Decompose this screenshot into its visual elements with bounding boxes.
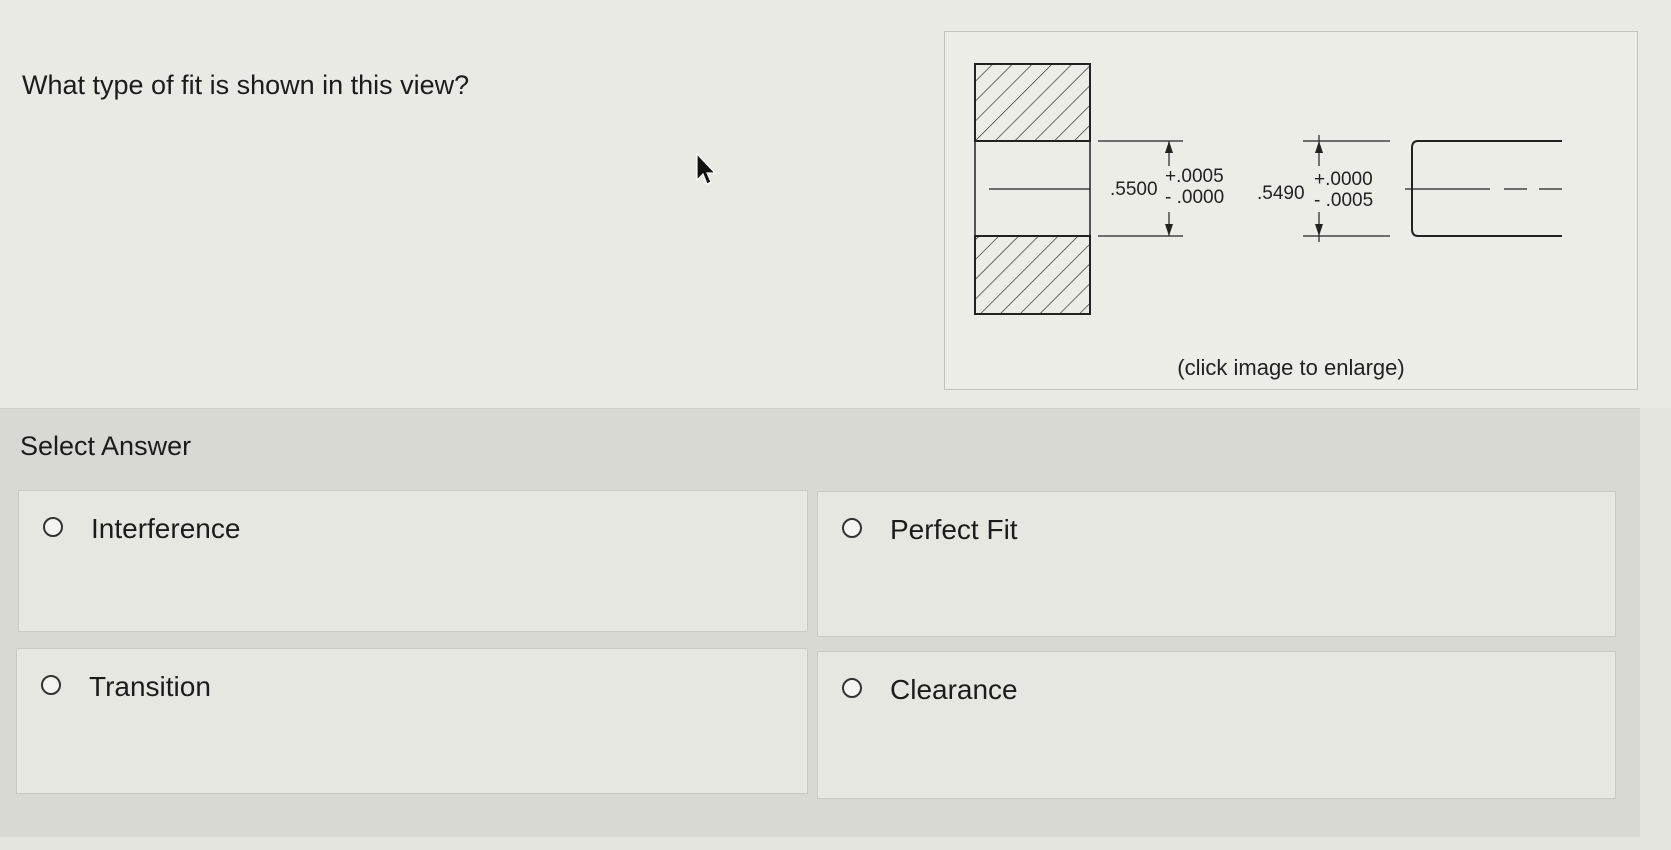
option-transition[interactable]: Transition <box>16 648 808 794</box>
option-perfect-fit[interactable]: Perfect Fit <box>817 491 1616 637</box>
radio-button[interactable] <box>43 517 63 537</box>
question-text: What type of fit is shown in this view? <box>22 70 470 100</box>
option-clearance[interactable]: Clearance <box>817 651 1616 799</box>
shaft-tolerance-lower: - .0005 <box>1314 190 1373 211</box>
question-area: What type of fit is shown in this view? <box>0 0 1671 408</box>
hole-tolerance-lower: - .0000 <box>1165 187 1224 208</box>
fit-drawing: .5500 +.0005 - .0000 .5490 +.0000 - .000… <box>974 63 1562 315</box>
mouse-pointer-icon <box>696 152 717 185</box>
radio-button[interactable] <box>842 678 862 698</box>
option-interference[interactable]: Interference <box>18 490 808 632</box>
option-label: Clearance <box>890 674 1018 705</box>
technical-drawing-figure[interactable]: .5500 +.0005 - .0000 .5490 +.0000 - .000… <box>944 31 1638 390</box>
hole-dimension: .5500 <box>1110 179 1158 200</box>
option-label: Interference <box>91 513 241 544</box>
option-label: Transition <box>89 671 211 702</box>
option-label: Perfect Fit <box>890 514 1018 545</box>
shaft-tolerance-upper: +.0000 <box>1314 169 1373 190</box>
radio-button[interactable] <box>842 518 862 538</box>
hole-part <box>974 63 1091 315</box>
select-answer-heading: Select Answer <box>20 431 192 461</box>
answer-panel: Select Answer Interference Perfect Fit T… <box>0 408 1640 837</box>
shaft-part <box>1405 140 1562 237</box>
enlarge-caption: (click image to enlarge) <box>1177 355 1405 380</box>
shaft-dimension: .5490 <box>1257 183 1305 204</box>
hole-tolerance-upper: +.0005 <box>1165 166 1224 187</box>
radio-button[interactable] <box>41 675 61 695</box>
